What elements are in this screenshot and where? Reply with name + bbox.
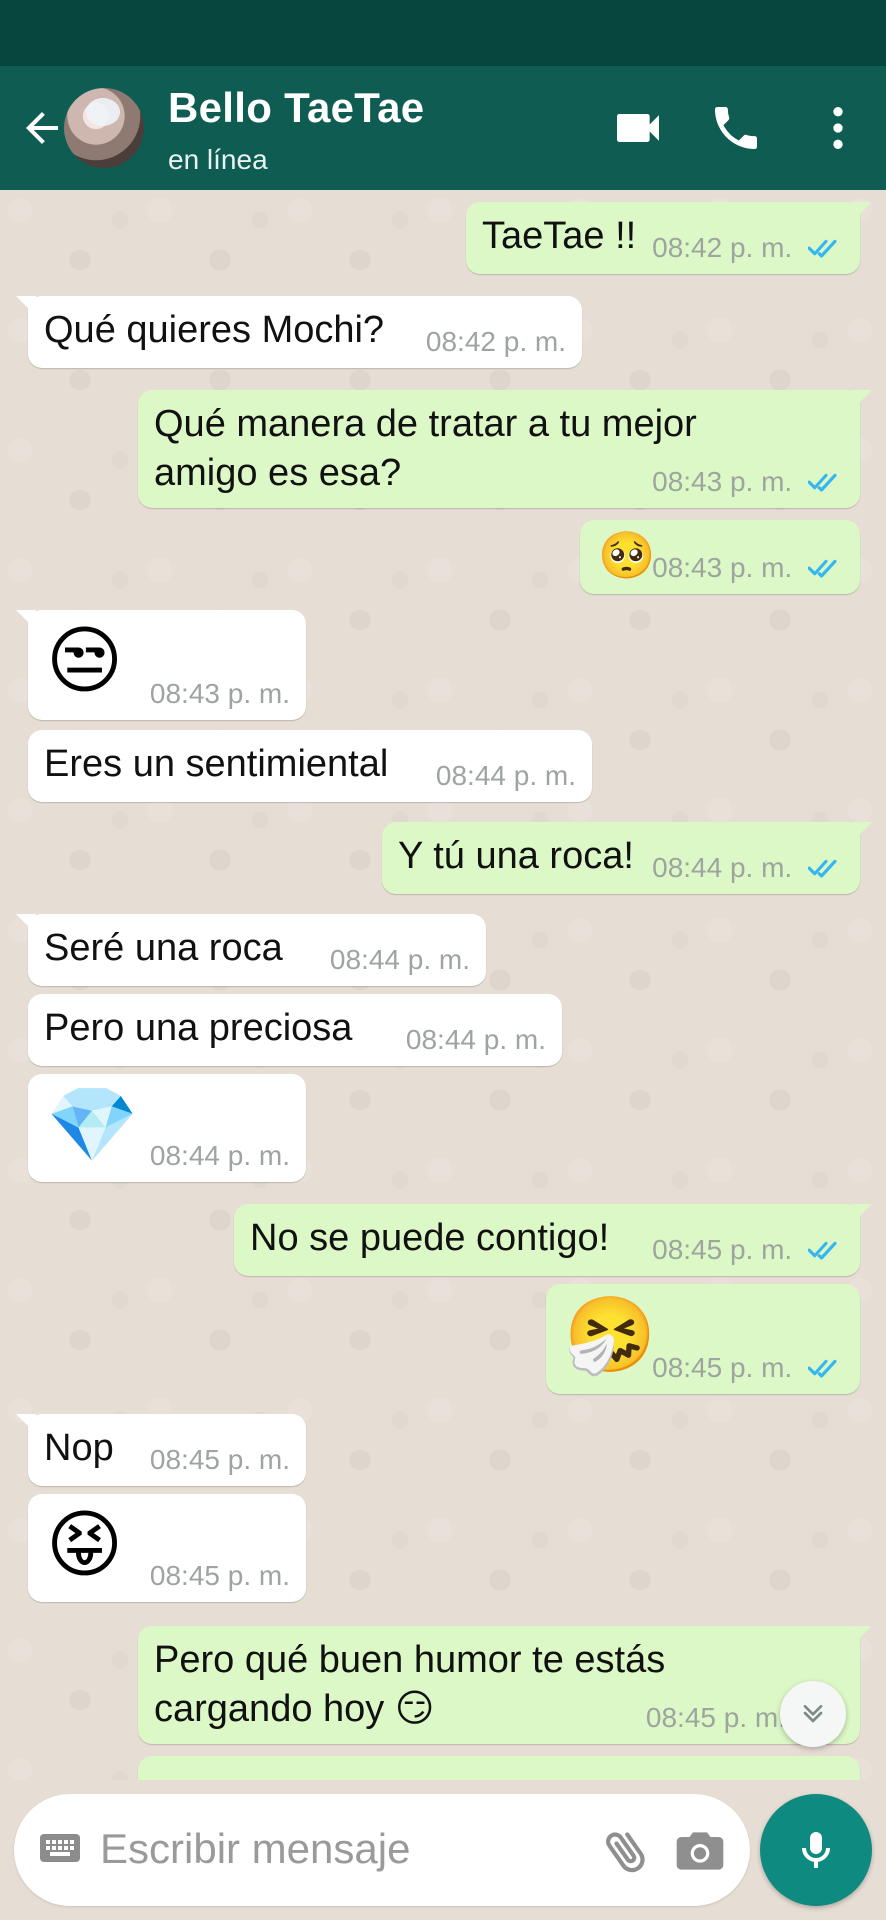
incoming-message[interactable]: Pero una preciosa 08:44 p. m. (28, 994, 562, 1066)
emoji: 😒 (46, 619, 124, 702)
keyboard-icon[interactable] (36, 1824, 84, 1872)
message-time: 08:44 p. m. (329, 944, 470, 975)
double-check-icon (808, 1241, 837, 1260)
message-meta: 08:43 p. m. (652, 552, 844, 584)
message-meta: 08:42 p. m. (652, 232, 844, 264)
double-check-icon (808, 239, 837, 258)
message-text: Qué quieres Mochi? (44, 309, 385, 351)
message-time: 08:45 p. m. (149, 1560, 290, 1591)
emoji: 😝 (46, 1503, 124, 1586)
chat-area[interactable]: TaeTae !! 08:42 p. m. Qué quieres Mochi?… (0, 190, 886, 1780)
outgoing-message[interactable]: 🤧 08:45 p. m. (546, 1284, 860, 1394)
camera-icon[interactable] (672, 1823, 728, 1879)
back-arrow-icon[interactable] (18, 104, 66, 152)
avatar[interactable] (64, 88, 144, 168)
chat-header: Bello TaeTae en línea (0, 66, 886, 190)
incoming-message[interactable]: Nop 08:45 p. m. (16, 1414, 306, 1486)
message-text: Qué manera de tratar a tu mejor amigo es… (154, 403, 697, 494)
message-time: 08:45 p. m. (652, 1234, 793, 1265)
chat-title[interactable]: Bello TaeTae (168, 84, 424, 132)
message-time: 08:43 p. m. (652, 552, 793, 583)
message-time: 08:42 p. m. (425, 326, 566, 357)
message-text: TaeTae !! (482, 215, 637, 257)
double-check-icon (808, 473, 837, 492)
status-bar (0, 0, 886, 66)
double-check-icon (808, 559, 837, 578)
outgoing-message-partial[interactable] (138, 1756, 860, 1780)
incoming-message[interactable]: Eres un sentimiental 08:44 p. m. (28, 730, 592, 802)
outgoing-message[interactable]: No se puede contigo! 08:45 p. m. (234, 1204, 872, 1276)
outgoing-message[interactable]: Qué manera de tratar a tu mejor amigo es… (138, 390, 872, 508)
message-text: Y tú una roca! (398, 835, 634, 877)
message-meta: 08:45 p. m. (652, 1234, 844, 1266)
scroll-down-button[interactable] (780, 1681, 846, 1747)
message-text: Eres un sentimiental (44, 743, 389, 785)
message-text: Nop (44, 1427, 114, 1469)
message-time: 08:44 p. m. (652, 852, 793, 883)
outgoing-message[interactable]: Y tú una roca! 08:44 p. m. (382, 822, 872, 894)
incoming-message[interactable]: 😒 08:43 p. m. (16, 610, 306, 720)
message-text: Pero una preciosa (44, 1007, 353, 1049)
message-meta: 08:45 p. m. (652, 1352, 844, 1384)
message-meta: 08:43 p. m. (652, 466, 844, 498)
online-status: en línea (168, 144, 268, 175)
attach-icon[interactable] (598, 1823, 654, 1879)
message-time: 08:45 p. m. (645, 1702, 786, 1733)
more-options-icon[interactable] (810, 100, 866, 156)
message-time: 08:44 p. m. (405, 1024, 546, 1055)
message-input[interactable]: Escribir mensaje (100, 1825, 410, 1873)
microphone-icon (802, 1832, 830, 1868)
emoji: 🤧 (564, 1293, 657, 1376)
video-call-icon[interactable] (610, 100, 666, 156)
message-time: 08:44 p. m. (149, 1140, 290, 1171)
double-check-icon (808, 859, 837, 878)
message-meta: 08:44 p. m. (652, 852, 844, 884)
incoming-message[interactable]: Qué quieres Mochi? 08:42 p. m. (16, 296, 582, 368)
message-text: Seré una roca (44, 927, 283, 969)
chevrons-down-icon (803, 1705, 823, 1723)
message-time: 08:44 p. m. (435, 760, 576, 791)
message-text: No se puede contigo! (250, 1217, 610, 1259)
incoming-message[interactable]: 😝 08:45 p. m. (28, 1494, 306, 1602)
double-check-icon (808, 1359, 837, 1378)
incoming-message[interactable]: Seré una roca 08:44 p. m. (16, 914, 486, 986)
message-time: 08:45 p. m. (652, 1352, 793, 1383)
message-composer[interactable]: Escribir mensaje (14, 1794, 750, 1906)
message-time: 08:43 p. m. (149, 678, 290, 709)
outgoing-message[interactable]: 🥺 08:43 p. m. (580, 520, 860, 594)
phone-icon[interactable] (708, 100, 764, 156)
message-text: Pero qué buen humor te estás cargando ho… (154, 1639, 666, 1730)
message-time: 08:42 p. m. (652, 232, 793, 263)
message-time: 08:45 p. m. (149, 1444, 290, 1475)
outgoing-message[interactable]: Pero qué buen humor te estás cargando ho… (138, 1626, 872, 1744)
outgoing-message[interactable]: TaeTae !! 08:42 p. m. (466, 202, 872, 274)
emoji: 💎 (46, 1083, 139, 1166)
voice-record-button[interactable] (760, 1794, 872, 1906)
message-time: 08:43 p. m. (652, 466, 793, 497)
incoming-message[interactable]: 💎 08:44 p. m. (28, 1074, 306, 1182)
emoji: 🥺 (598, 529, 656, 581)
